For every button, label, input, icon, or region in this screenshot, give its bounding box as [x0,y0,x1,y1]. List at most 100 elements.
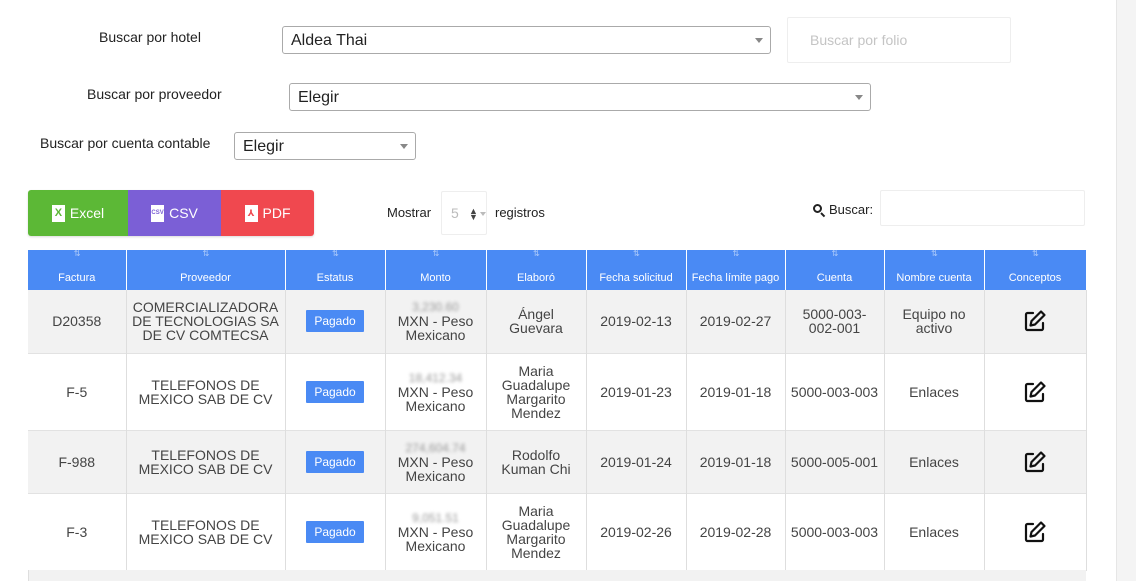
pdf-export-button[interactable]: ⅄ PDF [221,190,314,236]
sort-icon: ⇅ [732,249,740,258]
csv-export-button[interactable]: CSV CSV [128,190,221,236]
column-header-label: Cuenta [816,272,853,284]
sort-icon: ⇅ [533,249,540,258]
cell-factura: D20358 [28,290,127,353]
edit-icon[interactable] [1023,520,1047,544]
sort-icon: ⇅ [931,249,938,258]
sort-icon: ⇅ [202,249,210,258]
table-row: F-988 TELEFONOS DE MEXICO SAB DE CV Paga… [28,430,1087,493]
cell-fecha-solicitud: 2019-01-24 [586,430,687,493]
column-header-label: Fecha solicitud [599,272,673,284]
folio-search-input[interactable] [788,18,1010,62]
cell-conceptos [984,353,1087,430]
column-header-label: Proveedor [180,272,231,284]
column-header-conceptos[interactable]: ⇅ Conceptos [984,249,1087,290]
export-button-group: X Excel CSV CSV ⅄ PDF [28,190,314,236]
pdf-button-label: PDF [262,205,291,221]
cell-factura: F-5 [28,353,127,430]
cell-fecha-solicitud: 2019-02-26 [586,493,687,570]
cell-estatus: Pagado [285,290,386,353]
sort-icon: ⇅ [633,249,640,258]
status-badge: Pagado [306,380,364,403]
proveedor-select-value: Elegir [298,89,339,106]
column-header-monto[interactable]: ⇅ Monto [385,249,487,290]
amount-value: 18,412.34 [408,370,463,385]
csv-button-label: CSV [169,205,198,221]
excel-button-label: Excel [69,205,105,221]
edit-icon[interactable] [1023,380,1047,404]
cell-cuenta: 5000-005-001 [785,430,885,493]
currency-label: MXN - Peso Mexicano [397,523,474,554]
cell-monto: 3,230.60 MXN - Peso Mexicano [385,290,487,353]
sort-icon: ⇅ [1032,249,1039,258]
status-badge: Pagado [306,450,364,473]
cell-conceptos [984,493,1087,570]
cuenta-select-value: Elegir [243,138,284,155]
folio-search-field[interactable] [787,17,1011,63]
column-header-nombre-cuenta[interactable]: ⇅ Nombre cuenta [884,249,985,290]
chevron-down-icon [480,212,486,216]
cell-factura: F-3 [28,493,127,570]
solicitudes-table: ⇅ Factura ⇅ Proveedor ⇅ Estatus ⇅ Monto ⇅ Ela… [28,250,1087,571]
cell-fecha-limite: 2019-02-28 [686,493,786,570]
amount-value: 274,604.74 [405,440,466,455]
column-header-label: Conceptos [1008,272,1062,284]
page-length-select[interactable]: 5 ▲ ▼ [441,191,487,235]
status-badge: Pagado [306,520,364,543]
cell-cuenta: 5000-003-002-001 [785,290,885,353]
cell-conceptos [984,430,1087,493]
cell-nombre-cuenta: Enlaces [884,493,985,570]
chevron-down-icon [755,38,763,43]
cell-monto: 9,051.51 MXN - Peso Mexicano [385,493,487,570]
hotel-select[interactable]: Aldea Thai [282,26,771,54]
currency-label: MXN - Peso Mexicano [397,453,474,484]
page-length-value: 5 [451,205,459,221]
cell-estatus: Pagado [285,493,386,570]
column-header-elaboro[interactable]: ⇅ Elaboró [486,249,587,290]
cell-fecha-limite: 2019-02-27 [686,290,786,353]
updown-arrows-icon: ▲ ▼ [469,206,478,222]
cell-conceptos [984,290,1087,353]
sort-icon: ⇅ [73,249,81,258]
cell-nombre-cuenta: Equipo no activo [884,290,985,353]
column-header-fecha-solicitud[interactable]: ⇅ Fecha solicitud [586,249,687,290]
edit-icon[interactable] [1023,450,1047,474]
cell-elaboro: Maria Guadalupe Margarito Mendez [486,493,587,570]
edit-icon[interactable] [1023,309,1047,333]
sort-icon: ⇅ [332,249,339,258]
cell-fecha-solicitud: 2019-01-23 [586,353,687,430]
cell-cuenta: 5000-003-003 [785,353,885,430]
table-search-input[interactable] [880,190,1085,226]
amount-value: 3,230.60 [412,300,459,315]
excel-export-button[interactable]: X Excel [28,190,128,236]
proveedor-filter-label: Buscar por proveedor [87,86,222,102]
table-row: F-3 TELEFONOS DE MEXICO SAB DE CV Pagado… [28,493,1087,570]
sort-icon: ⇅ [432,249,440,258]
mostrar-label: Mostrar [387,205,432,220]
chevron-down-icon [400,144,408,149]
hotel-filter-label: Buscar por hotel [99,29,201,45]
column-header-factura[interactable]: ⇅ Factura [28,249,127,290]
column-header-label: Nombre cuenta [896,272,972,284]
search-icon [813,203,826,217]
column-header-proveedor[interactable]: ⇅ Proveedor [126,249,286,290]
column-header-fecha-limite[interactable]: ⇅ Fecha límite pago [686,249,786,290]
cell-monto: 18,412.34 MXN - Peso Mexicano [385,353,487,430]
cell-estatus: Pagado [285,353,386,430]
table-header-row: ⇅ Factura ⇅ Proveedor ⇅ Estatus ⇅ Monto ⇅ Ela… [28,249,1087,290]
chevron-down-icon [855,95,863,100]
column-header-label: Monto [420,272,451,284]
cuenta-select[interactable]: Elegir [234,132,416,160]
cell-cuenta: 5000-003-003 [785,493,885,570]
proveedor-select[interactable]: Elegir [289,83,871,111]
column-header-estatus[interactable]: ⇅ Estatus [285,249,386,290]
sort-icon: ⇅ [831,249,839,258]
cell-monto: 274,604.74 MXN - Peso Mexicano [385,430,487,493]
cell-nombre-cuenta: Enlaces [884,353,985,430]
cell-fecha-limite: 2019-01-18 [686,353,786,430]
excel-file-icon: X [51,204,65,222]
cell-nombre-cuenta: Enlaces [884,430,985,493]
column-header-label: Elaboró [517,272,555,284]
column-header-cuenta[interactable]: ⇅ Cuenta [785,249,885,290]
page-scroll-gutter [1116,0,1136,581]
